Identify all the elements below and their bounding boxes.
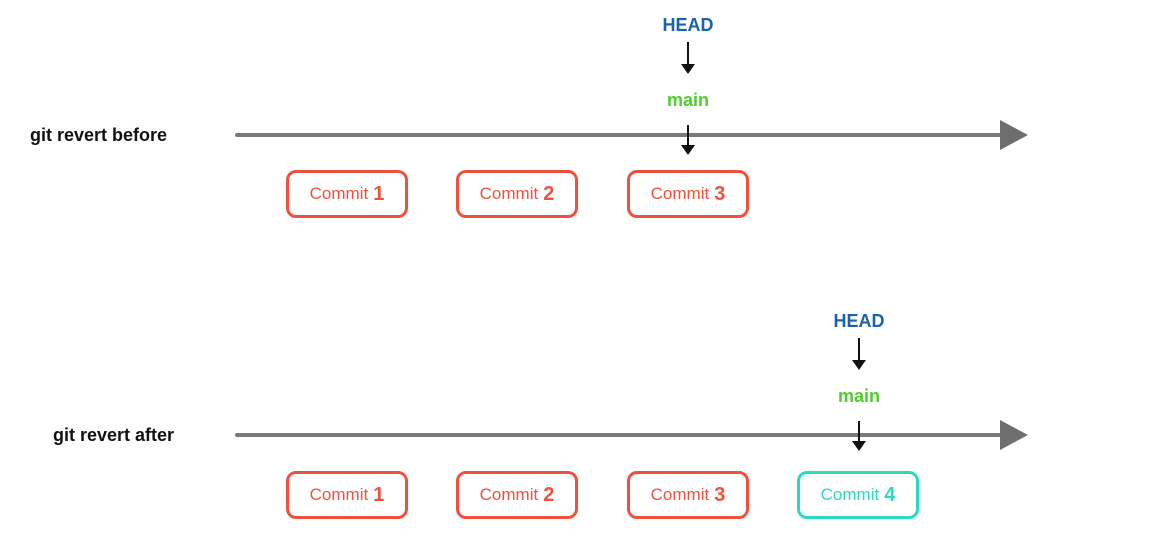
- after-commit-4: Commit 4: [797, 471, 919, 519]
- commit-text: Commit: [309, 184, 369, 203]
- commit-num: 1: [373, 483, 385, 506]
- before-head-arrow-icon: [681, 42, 695, 74]
- after-commit-1: Commit 1: [286, 471, 408, 519]
- before-commit-3: Commit 3: [627, 170, 749, 218]
- after-branch-arrow-icon: [852, 421, 866, 451]
- before-timeline: [235, 133, 1010, 137]
- commit-text: Commit: [650, 485, 710, 504]
- after-head-arrow-icon: [852, 338, 866, 370]
- commit-text: Commit: [479, 184, 539, 203]
- commit-text: Commit: [650, 184, 710, 203]
- after-timeline-arrowhead-icon: [1000, 420, 1028, 450]
- before-label: git revert before: [30, 125, 168, 145]
- commit-num: 2: [543, 182, 555, 205]
- before-commit-2: Commit 2: [456, 170, 578, 218]
- commit-num: 3: [714, 483, 726, 506]
- after-commit-2: Commit 2: [456, 471, 578, 519]
- commit-num: 1: [373, 182, 385, 205]
- before-branch-label: main: [666, 90, 709, 110]
- commit-num: 2: [543, 483, 555, 506]
- after-timeline: [235, 433, 1010, 437]
- before-branch-arrow-icon: [681, 125, 695, 155]
- commit-text: Commit: [309, 485, 369, 504]
- after-commit-3: Commit 3: [627, 471, 749, 519]
- before-timeline-arrowhead-icon: [1000, 120, 1028, 150]
- after-branch-label: main: [837, 386, 880, 406]
- after-label: git revert after: [53, 425, 175, 445]
- commit-num: 3: [714, 182, 726, 205]
- commit-num: 4: [884, 483, 896, 506]
- commit-text: Commit: [479, 485, 539, 504]
- after-head-label: HEAD: [833, 311, 885, 331]
- commit-text: Commit: [820, 485, 880, 504]
- before-head-label: HEAD: [662, 15, 714, 35]
- before-commit-1: Commit 1: [286, 170, 408, 218]
